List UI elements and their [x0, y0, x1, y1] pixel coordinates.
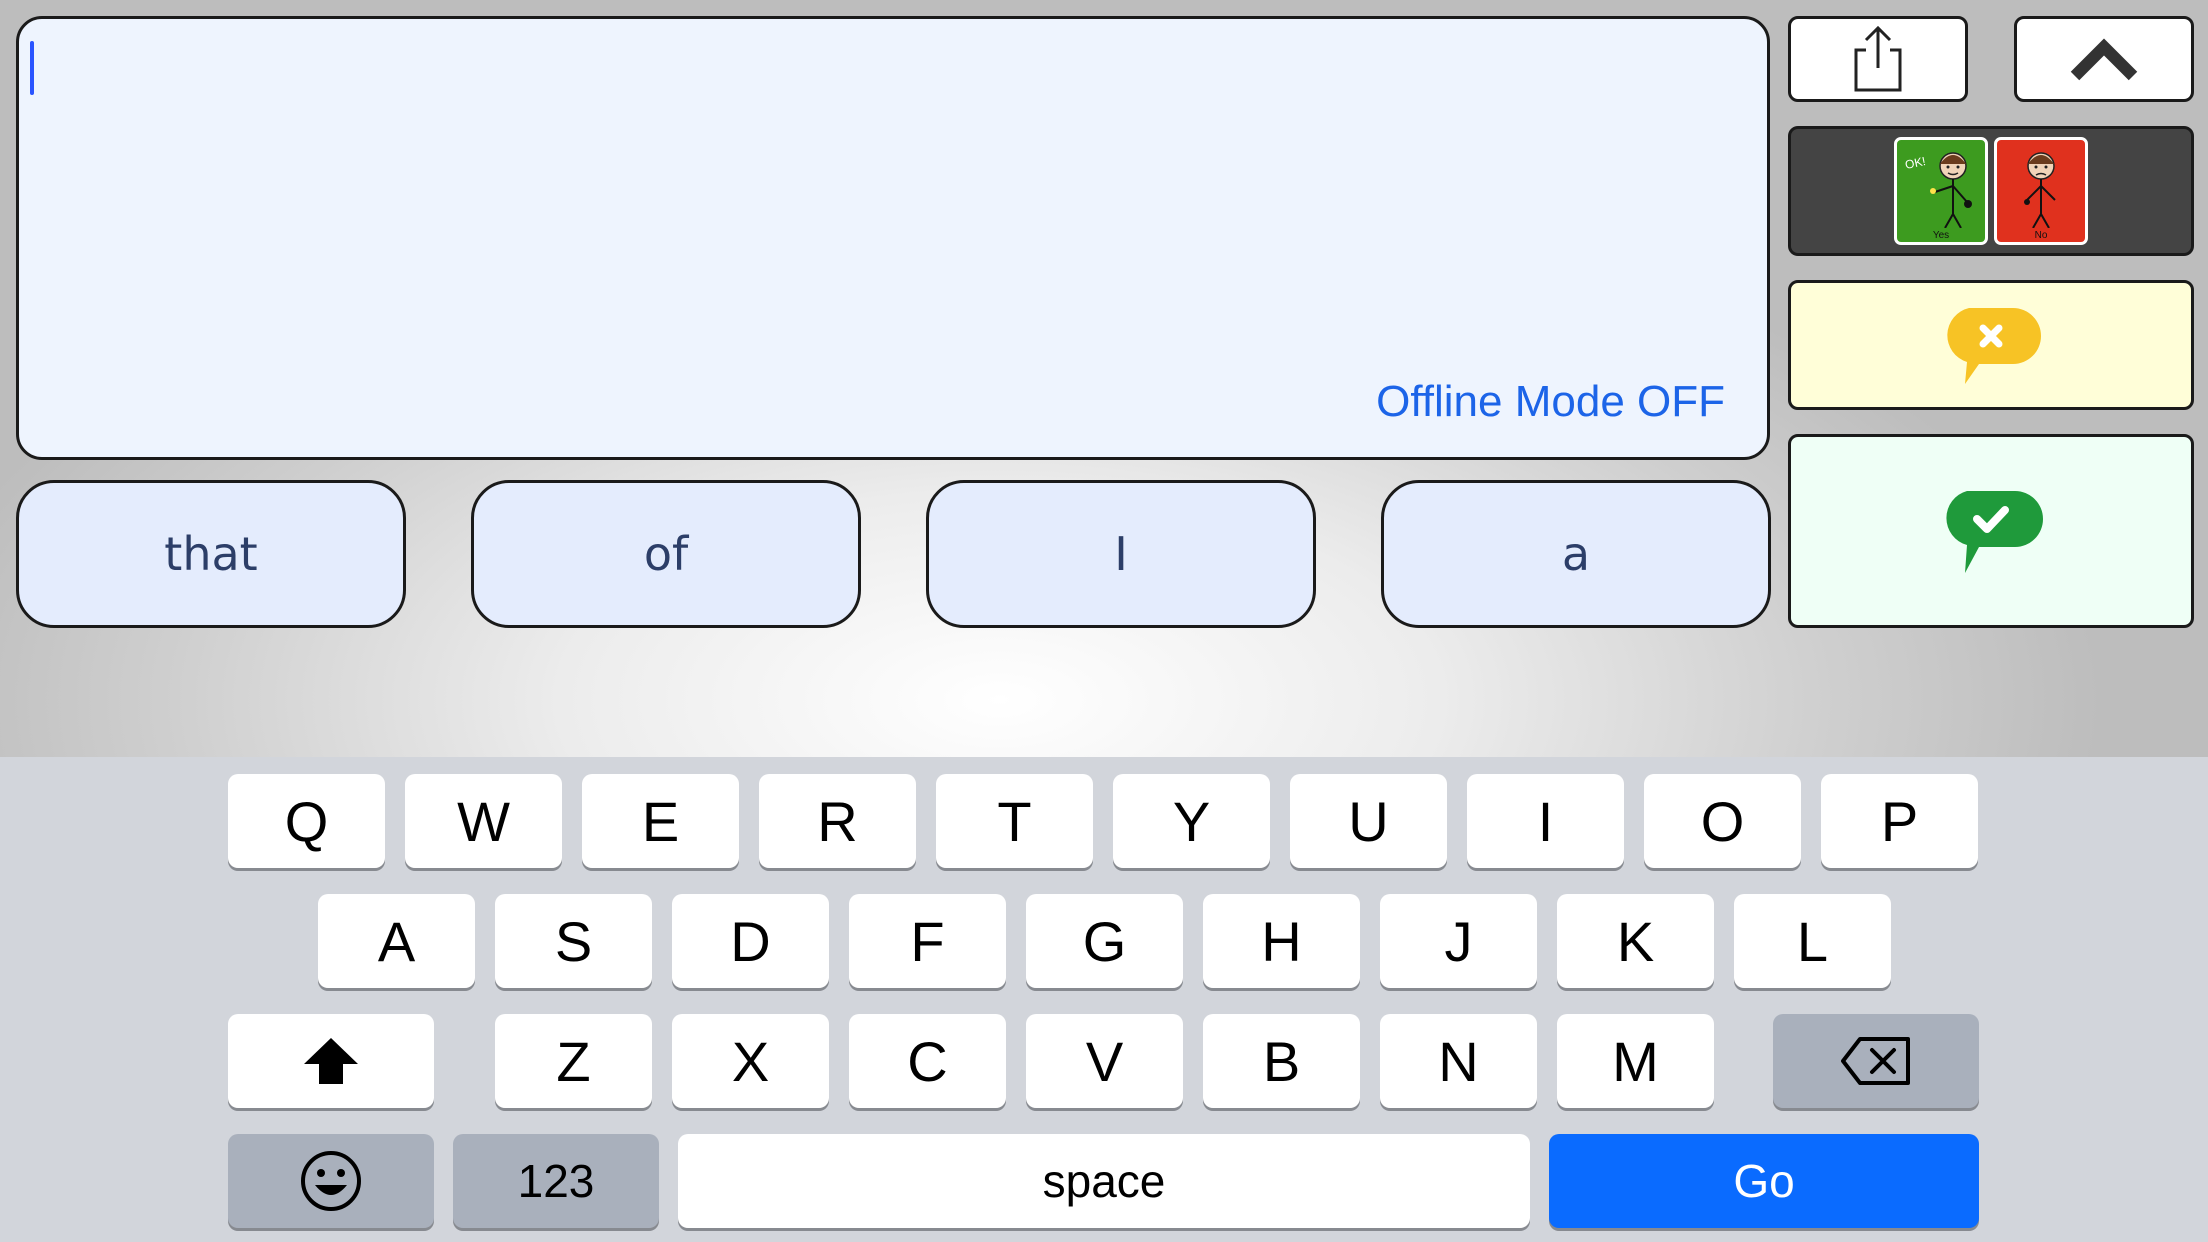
- text-caret: [30, 41, 34, 95]
- key-y[interactable]: Y: [1113, 774, 1270, 868]
- key-q[interactable]: Q: [228, 774, 385, 868]
- go-key[interactable]: Go: [1549, 1134, 1979, 1228]
- check-speech-bubble-icon: [1946, 491, 2043, 573]
- key-j[interactable]: J: [1380, 894, 1537, 988]
- yes-symbol-card: OK! Yes: [1894, 137, 1988, 245]
- key-k[interactable]: K: [1557, 894, 1714, 988]
- key-v[interactable]: V: [1026, 1014, 1183, 1108]
- key-w[interactable]: W: [405, 774, 562, 868]
- backspace-icon: [1841, 1037, 1910, 1085]
- prediction-button-4[interactable]: a: [1381, 480, 1771, 628]
- offline-mode-status[interactable]: Offline Mode OFF: [1376, 377, 1725, 427]
- space-key[interactable]: space: [678, 1134, 1530, 1228]
- no-card-label: No: [2034, 230, 2048, 241]
- emoji-key[interactable]: [228, 1134, 434, 1228]
- prediction-button-1[interactable]: that: [16, 480, 406, 628]
- key-p[interactable]: P: [1821, 774, 1978, 868]
- key-g[interactable]: G: [1026, 894, 1183, 988]
- chevron-up-icon: [2070, 38, 2138, 81]
- key-x[interactable]: X: [672, 1014, 829, 1108]
- speak-message-button[interactable]: [1788, 434, 2194, 628]
- shift-icon: [304, 1038, 358, 1084]
- key-z[interactable]: Z: [495, 1014, 652, 1108]
- key-o[interactable]: O: [1644, 774, 1801, 868]
- key-r[interactable]: R: [759, 774, 916, 868]
- no-symbol-card: No: [1994, 137, 2088, 245]
- key-d[interactable]: D: [672, 894, 829, 988]
- no-person-icon: [2024, 152, 2056, 228]
- key-u[interactable]: U: [1290, 774, 1447, 868]
- key-i[interactable]: I: [1467, 774, 1624, 868]
- shift-key[interactable]: [228, 1014, 434, 1108]
- emoji-icon: [301, 1151, 361, 1211]
- key-l[interactable]: L: [1734, 894, 1891, 988]
- prediction-button-2[interactable]: of: [471, 480, 861, 628]
- message-text-area[interactable]: Offline Mode OFF: [16, 16, 1770, 460]
- prediction-button-3[interactable]: I: [926, 480, 1316, 628]
- key-e[interactable]: E: [582, 774, 739, 868]
- share-button[interactable]: [1788, 16, 1968, 102]
- key-f[interactable]: F: [849, 894, 1006, 988]
- key-t[interactable]: T: [936, 774, 1093, 868]
- clear-speech-bubble-icon: [1947, 308, 2041, 384]
- on-screen-keyboard: Q W E R T Y U I O P A S D F G H J K L Z …: [0, 757, 2208, 1242]
- key-s[interactable]: S: [495, 894, 652, 988]
- clear-message-button[interactable]: [1788, 280, 2194, 410]
- key-c[interactable]: C: [849, 1014, 1006, 1108]
- key-m[interactable]: M: [1557, 1014, 1714, 1108]
- key-b[interactable]: B: [1203, 1014, 1360, 1108]
- collapse-button[interactable]: [2014, 16, 2194, 102]
- app-area: Offline Mode OFF that of I a OK! Yes No: [0, 0, 2208, 757]
- share-icon: [1854, 25, 1902, 92]
- backspace-key[interactable]: [1773, 1014, 1979, 1108]
- numbers-key[interactable]: 123: [453, 1134, 659, 1228]
- key-h[interactable]: H: [1203, 894, 1360, 988]
- key-a[interactable]: A: [318, 894, 475, 988]
- yes-no-button[interactable]: OK! Yes No: [1788, 126, 2194, 256]
- key-n[interactable]: N: [1380, 1014, 1537, 1108]
- yes-card-label: Yes: [1932, 230, 1950, 241]
